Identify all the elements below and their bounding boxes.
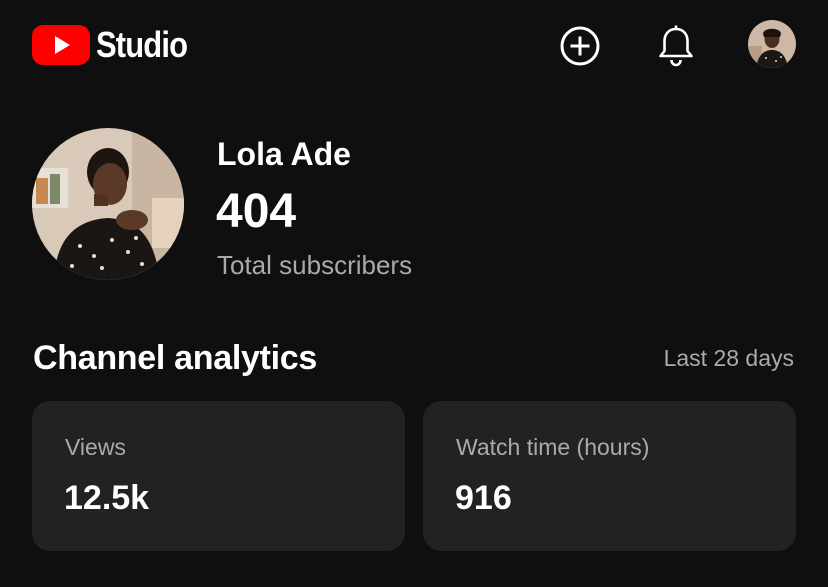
subscriber-label: Total subscribers (217, 250, 413, 280)
profile-photo-icon (748, 20, 796, 68)
bell-icon (659, 25, 693, 67)
plus-circle-icon (560, 26, 600, 66)
create-button[interactable] (556, 22, 604, 70)
views-label: Views (65, 434, 126, 460)
account-avatar[interactable] (748, 20, 796, 68)
subscriber-count: 404 (216, 185, 297, 238)
studio-logo[interactable]: Studio (32, 24, 202, 66)
youtube-play-icon (32, 25, 90, 65)
views-card[interactable]: Views 12.5k (32, 401, 405, 551)
studio-logo-text: Studio (96, 24, 188, 65)
channel-photo-icon (32, 128, 184, 280)
notifications-button[interactable] (652, 22, 700, 70)
views-value: 12.5k (64, 479, 150, 517)
analytics-title: Channel analytics (33, 339, 317, 377)
watch-time-value: 916 (455, 479, 512, 517)
channel-name: Lola Ade (217, 136, 351, 172)
channel-avatar[interactable] (32, 128, 184, 280)
analytics-period[interactable]: Last 28 days (664, 343, 794, 373)
watch-time-card[interactable]: Watch time (hours) 916 (423, 401, 796, 551)
watch-time-label: Watch time (hours) (456, 434, 650, 460)
youtube-studio-dashboard: Studio Lola Ade 404 Total subscribers Ch… (0, 0, 828, 587)
